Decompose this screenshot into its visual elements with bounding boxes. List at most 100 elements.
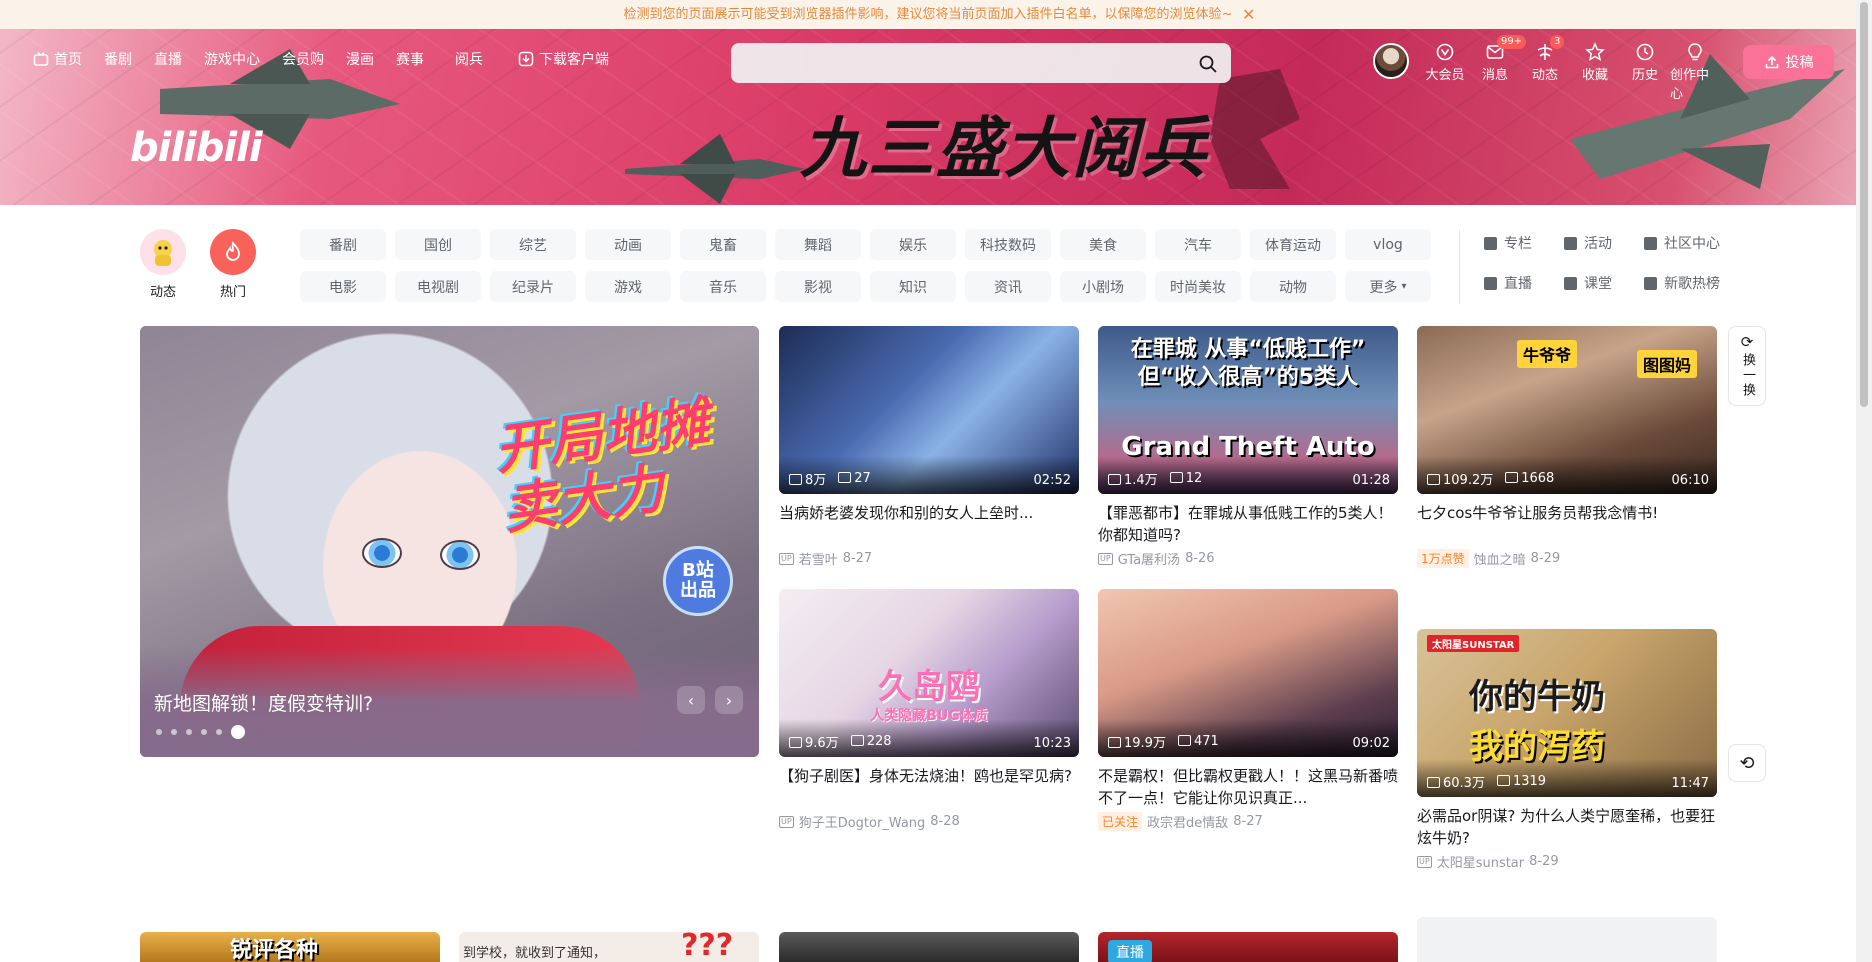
nav-game-center[interactable]: 游戏中心 [193,49,271,69]
video-card[interactable]: 8万 27 02:52 当病娇老婆发现你和别的女人上垒时... UP 若雪叶 8… [779,326,1079,568]
channel-chip[interactable]: 汽车 [1155,229,1241,260]
channel-chip[interactable]: 资讯 [965,271,1051,302]
channel-chip[interactable]: 动物 [1250,271,1336,302]
carousel-dot[interactable] [171,729,177,735]
video-title[interactable]: 不是霸权！但比霸权更戳人！！这黑马新番喷不了一点！它能让你见识真正... [1098,765,1398,809]
video-title[interactable]: 必需品or阴谋? 为什么人类宁愿奎稀，也要狂炫牛奶? [1417,805,1717,849]
link-column[interactable]: 专栏 [1484,233,1564,253]
author[interactable]: 若雪叶 [799,549,838,568]
author[interactable]: 蚀血之暗 [1474,549,1526,568]
link-activity[interactable]: 活动 [1564,233,1644,253]
close-icon[interactable]: ✕ [1242,0,1255,29]
video-card[interactable]: 19.9万 471 09:02 不是霸权！但比霸权更戳人！！这黑马新番喷不了一点… [1098,589,1398,831]
channel-chip[interactable]: 小剧场 [1060,271,1146,302]
quick-dynamic[interactable]: 动态 [138,229,188,300]
quick-hot[interactable]: 热门 [208,229,258,300]
carousel-dot[interactable] [216,729,222,735]
video-thumbnail[interactable]: 久岛鸥 人类隐藏BUG体质 9.6万 228 10:23 [779,589,1079,757]
author[interactable]: 太阳星sunstar [1437,852,1524,871]
channel-more[interactable]: 更多 ▾ [1345,271,1431,302]
carousel-dot[interactable] [156,729,162,735]
nav-favorites[interactable]: 收藏 [1570,42,1620,102]
channel-chip[interactable]: 影视 [775,271,861,302]
channel-chip[interactable]: 美食 [1060,229,1146,260]
search-input[interactable] [744,52,1184,76]
channel-chip[interactable]: 知识 [870,271,956,302]
link-community[interactable]: 社区中心 [1644,233,1744,253]
nav-match[interactable]: 赛事 [385,49,435,69]
video-title[interactable]: 【罪恶都市】在罪城从事低贱工作的5类人！你都知道吗? [1098,502,1398,546]
nav-label: 会员购 [282,52,324,68]
nav-vip[interactable]: 大会员 [1420,42,1470,102]
author[interactable]: 狗子王Dogtor_Wang [799,812,926,831]
bilibili-logo[interactable]: bilibili [130,125,263,171]
video-card[interactable]: 牛爷爷 图图妈 109.2万 1668 06:10 七夕cos牛爷爷让服务员帮我… [1417,326,1717,568]
channel-chip[interactable]: vlog [1345,229,1431,260]
link-music-chart[interactable]: 新歌热榜 [1644,273,1744,293]
banner-carousel[interactable]: 开局地摊 卖大力 B站 出品 新地图解锁！度假变特训? ‹ › [140,326,759,757]
author[interactable]: GTa屠利汤 [1118,549,1180,568]
channel-chip[interactable]: 电视剧 [395,271,481,302]
carousel-next-button[interactable]: › [715,686,743,714]
nav-history[interactable]: 历史 [1620,42,1670,102]
video-card[interactable]: 在罪城 从事“低贱工作” 但“收入很高”的5类人 Grand Theft Aut… [1098,326,1398,568]
channel-chip[interactable]: 娱乐 [870,229,956,260]
nav-dynamic[interactable]: 3 动态 [1520,35,1570,102]
author[interactable]: 政宗君de情敌 [1147,812,1228,831]
channel-chip[interactable]: 综艺 [490,229,576,260]
nav-download-client[interactable]: 下载客户端 [494,49,620,69]
video-thumbnail[interactable]: 8万 27 02:52 [779,326,1079,494]
link-course[interactable]: 课堂 [1564,273,1644,293]
channel-chip[interactable]: 科技数码 [965,229,1051,260]
nav-creator-center[interactable]: 创作中心 [1670,42,1720,102]
video-title[interactable]: 【狗子剧医】身体无法烧油！鸥也是罕见病? [779,765,1079,809]
video-thumbnail-partial[interactable]: 锐评各种 [140,932,440,962]
refresh-button[interactable]: ⟳ 换一换 [1728,326,1766,406]
video-thumbnail-partial[interactable]: 直播 [1098,932,1398,962]
channel-chip[interactable]: 音乐 [680,271,766,302]
scrollbar-thumb[interactable] [1860,2,1868,407]
nav-label: 历史 [1631,68,1658,83]
video-thumbnail-partial[interactable] [779,932,1079,962]
replay-button[interactable]: ⟲ [1728,744,1766,782]
nav-bangumi[interactable]: 番剧 [93,49,143,69]
video-thumbnail[interactable]: 牛爷爷 图图妈 109.2万 1668 06:10 [1417,326,1717,494]
video-thumbnail-partial[interactable]: 到学校，就收到了通知， ??? [459,932,759,962]
scrollbar[interactable] [1856,0,1872,962]
channel-chip[interactable]: 时尚美妆 [1155,271,1241,302]
link-live[interactable]: 直播 [1484,273,1564,293]
nav-message[interactable]: 99+ 消息 [1470,35,1527,102]
user-avatar[interactable] [1373,43,1409,79]
channel-chip[interactable]: 动画 [585,229,671,260]
video-title[interactable]: 七夕cos牛爷爷让服务员帮我念情书! [1417,502,1717,546]
channel-chip[interactable]: 纪录片 [490,271,576,302]
search-icon[interactable] [1198,54,1218,74]
channel-chip[interactable]: 鬼畜 [680,229,766,260]
video-title[interactable]: 当病娇老婆发现你和别的女人上垒时... [779,502,1079,546]
video-thumbnail[interactable]: 太阳星SUNSTAR 你的牛奶 我的泻药 60.3万 1319 11:47 [1417,629,1717,797]
nav-live[interactable]: 直播 [143,49,193,69]
nav-mall[interactable]: 会员购 [271,49,335,69]
video-card[interactable]: 久岛鸥 人类隐藏BUG体质 9.6万 228 10:23 【狗子剧医】身体无法烧… [779,589,1079,831]
channel-chip[interactable]: 番剧 [300,229,386,260]
carousel-dot-active[interactable] [231,725,245,739]
nav-parade[interactable]: 阅兵 [435,49,494,69]
upload-button[interactable]: 投稿 [1743,45,1834,79]
video-thumbnail[interactable]: 在罪城 从事“低贱工作” 但“收入很高”的5类人 Grand Theft Aut… [1098,326,1398,494]
video-thumbnail[interactable]: 19.9万 471 09:02 [1098,589,1398,757]
carousel-dot[interactable] [186,729,192,735]
dynamic-badge: 3 [1550,35,1565,49]
channel-chip[interactable]: 游戏 [585,271,671,302]
carousel-dot[interactable] [201,729,207,735]
nav-label: 动态 [1531,68,1558,83]
video-card[interactable]: 太阳星SUNSTAR 你的牛奶 我的泻药 60.3万 1319 11:47 必需… [1417,629,1717,871]
channel-chip[interactable]: 电影 [300,271,386,302]
nav-manga[interactable]: 漫画 [335,49,385,69]
nav-home[interactable]: 首页 [22,49,93,69]
carousel-caption[interactable]: 新地图解锁！度假变特训? [154,689,373,716]
carousel-prev-button[interactable]: ‹ [677,686,705,714]
channel-chip[interactable]: 国创 [395,229,481,260]
channel-chip[interactable]: 体育运动 [1250,229,1336,260]
channel-chip[interactable]: 舞蹈 [775,229,861,260]
video-meta: UP GTa屠利汤 8-26 [1098,549,1398,568]
